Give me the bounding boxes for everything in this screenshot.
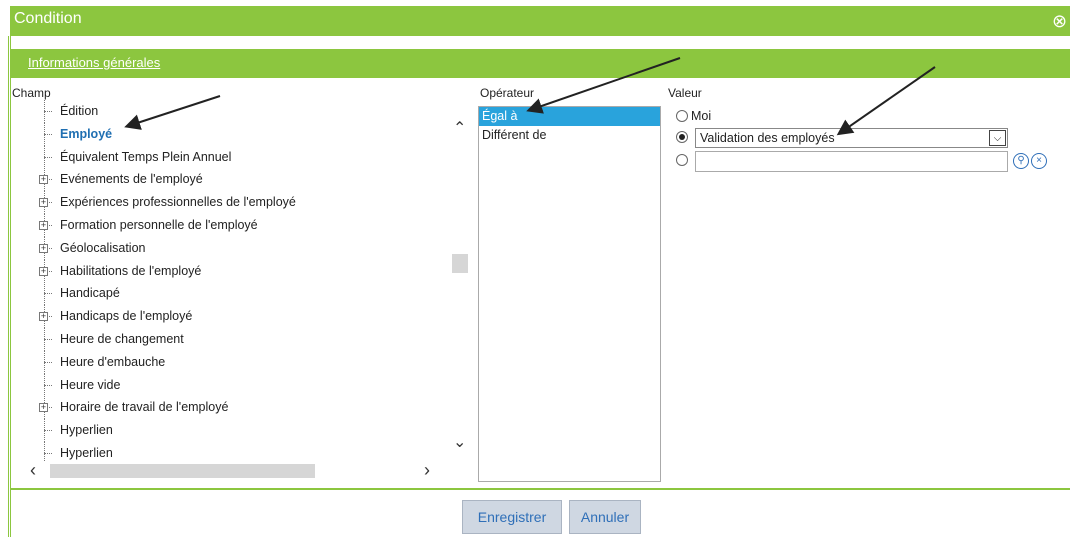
tree-item[interactable]: Heure de changement bbox=[30, 327, 450, 351]
tree-item-label: Heure de changement bbox=[60, 331, 184, 346]
tree-item[interactable]: Heure d'embauche bbox=[30, 350, 450, 374]
clear-icon[interactable]: × bbox=[1031, 153, 1047, 169]
valeur-text-input[interactable] bbox=[695, 151, 1008, 172]
operateur-item[interactable]: Différent de bbox=[479, 126, 660, 145]
chevron-down-icon[interactable]: ⌵ bbox=[989, 130, 1006, 146]
tree-horizontal-scrollbar[interactable]: ‹ › bbox=[30, 460, 450, 481]
tree-item-label: Horaire de travail de l'employé bbox=[60, 400, 229, 415]
tree-item-label: Formation personnelle de l'employé bbox=[60, 217, 258, 232]
tree-item[interactable]: + Horaire de travail de l'employé bbox=[30, 396, 450, 420]
title-bar: Condition ⊗ bbox=[10, 6, 1070, 36]
expand-icon[interactable]: + bbox=[39, 220, 48, 230]
tree-branch bbox=[44, 111, 52, 112]
valeur-select[interactable]: Validation des employés ⌵ bbox=[695, 128, 1008, 148]
champ-label: Champ bbox=[12, 86, 51, 100]
tree-vertical-scrollbar[interactable]: ⌃ ⌄ bbox=[451, 118, 469, 462]
tree-item-label: Équivalent Temps Plein Annuel bbox=[60, 149, 232, 164]
tree-item-label: Handicaps de l'employé bbox=[60, 309, 193, 324]
tree-item-label: Heure d'embauche bbox=[60, 354, 166, 369]
radio-moi[interactable] bbox=[676, 110, 688, 122]
window-title: Condition bbox=[14, 10, 82, 27]
operateur-item[interactable]: Égal à bbox=[479, 107, 660, 126]
tree-item[interactable]: Équivalent Temps Plein Annuel bbox=[30, 145, 450, 169]
hscroll-thumb[interactable] bbox=[50, 464, 315, 478]
chevron-right-icon[interactable]: › bbox=[424, 460, 430, 481]
window-left-edge bbox=[8, 36, 9, 537]
tree-item-label: Heure vide bbox=[60, 377, 121, 392]
expand-icon[interactable]: + bbox=[39, 312, 48, 322]
tree-item-label: Édition bbox=[60, 104, 99, 118]
tree-branch bbox=[44, 133, 52, 135]
footer-divider bbox=[10, 488, 1070, 490]
chevron-left-icon[interactable]: ‹ bbox=[30, 460, 36, 481]
tree-item-label: Hyperlien bbox=[60, 445, 113, 460]
tree-branch bbox=[44, 452, 52, 454]
tree-item[interactable]: Employé bbox=[30, 122, 450, 146]
select-value: Validation des employés bbox=[700, 131, 835, 145]
tree-item[interactable]: Hyperlien bbox=[30, 441, 450, 462]
tree-item[interactable]: Édition bbox=[30, 100, 450, 123]
expand-icon[interactable]: + bbox=[39, 403, 48, 413]
tree-item-label: Expériences professionnelles de l'employ… bbox=[60, 195, 296, 210]
chevron-up-icon[interactable]: ⌃ bbox=[453, 118, 466, 138]
tree-branch bbox=[44, 293, 52, 295]
tree-item[interactable]: + Expériences professionnelles de l'emplo… bbox=[30, 191, 450, 215]
tree-item-label: Habilitations de l'employé bbox=[60, 263, 202, 278]
radio-text-value[interactable] bbox=[676, 154, 688, 166]
search-icon[interactable]: ⚲ bbox=[1013, 153, 1029, 169]
tree-branch bbox=[44, 338, 52, 340]
tree-item[interactable]: Hyperlien bbox=[30, 419, 450, 443]
valeur-label: Valeur bbox=[668, 86, 702, 100]
expand-icon[interactable]: + bbox=[39, 243, 48, 253]
operateur-list[interactable]: Égal à Différent de bbox=[478, 106, 661, 482]
tree-branch bbox=[44, 430, 52, 432]
operateur-label: Opérateur bbox=[480, 86, 535, 100]
chevron-down-icon[interactable]: ⌄ bbox=[453, 432, 466, 452]
tree-branch bbox=[44, 384, 52, 386]
tree-item[interactable]: + Géolocalisation bbox=[30, 236, 450, 260]
tree-item-label: Evénements de l'employé bbox=[60, 172, 203, 187]
tree-item-label: Employé bbox=[60, 126, 113, 141]
cancel-button[interactable]: Annuler bbox=[569, 500, 641, 534]
tree-item[interactable]: + Habilitations de l'employé bbox=[30, 259, 450, 283]
expand-icon[interactable]: + bbox=[39, 175, 48, 185]
tree-item[interactable]: + Handicaps de l'employé bbox=[30, 305, 450, 329]
tree-item-label: Handicapé bbox=[60, 286, 120, 301]
save-button[interactable]: Enregistrer bbox=[462, 500, 562, 534]
radio-select-option[interactable] bbox=[676, 131, 688, 143]
expand-icon[interactable]: + bbox=[39, 198, 48, 208]
tree-item[interactable]: Heure vide bbox=[30, 373, 450, 397]
section-link-informations-generales[interactable]: Informations générales bbox=[28, 55, 160, 70]
champ-tree[interactable]: Édition Employé Équivalent Temps Plein Ann… bbox=[30, 100, 450, 462]
expand-icon[interactable]: + bbox=[39, 266, 48, 276]
tree-item[interactable]: + Evénements de l'employé bbox=[30, 168, 450, 192]
moi-label: Moi bbox=[691, 109, 712, 123]
scroll-thumb[interactable] bbox=[452, 254, 468, 273]
close-icon[interactable]: ⊗ bbox=[1052, 10, 1070, 32]
tree-branch bbox=[44, 361, 52, 363]
window-left-border bbox=[10, 36, 11, 537]
tree-branch bbox=[44, 156, 52, 158]
tree-item[interactable]: + Formation personnelle de l'employé bbox=[30, 213, 450, 237]
section-header: Informations générales bbox=[10, 49, 1070, 78]
tree-item-label: Géolocalisation bbox=[60, 240, 146, 255]
tree-item-label: Hyperlien bbox=[60, 423, 113, 438]
tree-item[interactable]: Handicapé bbox=[30, 282, 450, 306]
